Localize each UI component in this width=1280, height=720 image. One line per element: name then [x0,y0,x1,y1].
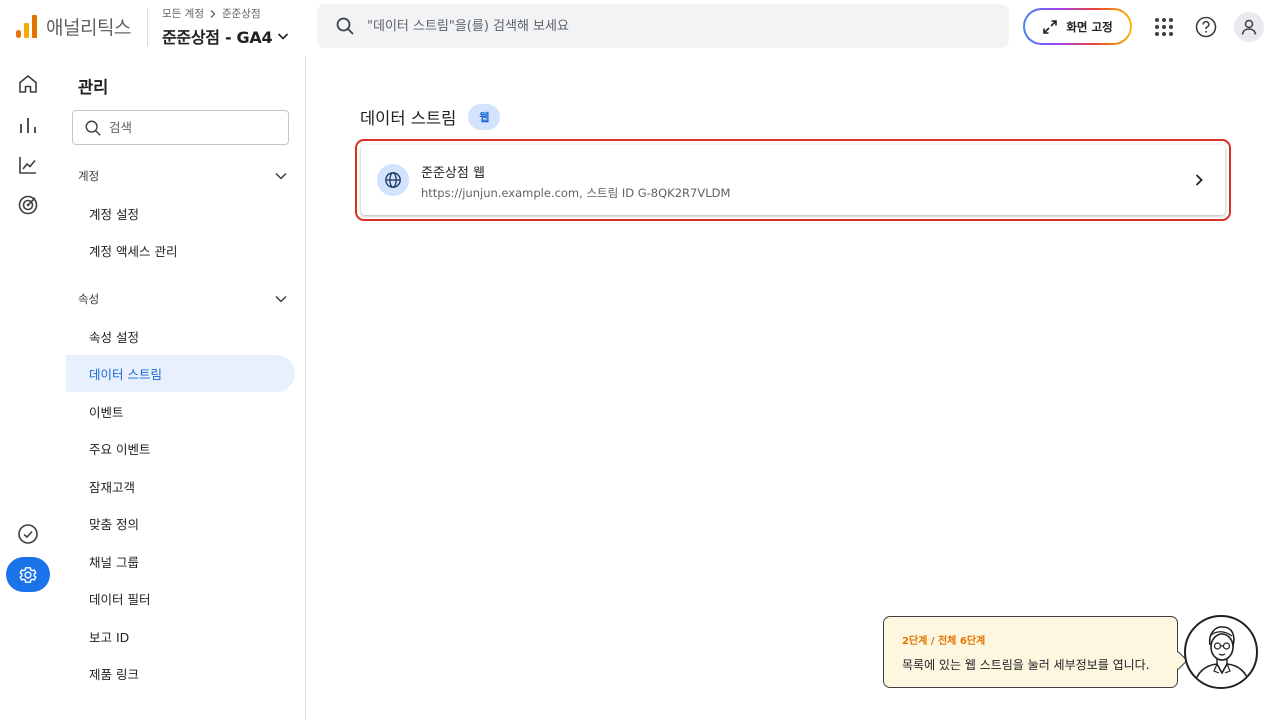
tutorial-tooltip: 2단계 / 전체 6단계 목록에 있는 웹 스트림을 눌러 세부정보를 엽니다. [883,616,1178,688]
section-account-label: 계정 [78,169,100,183]
nav-custom-definitions[interactable]: 맞춤 정의 [66,505,295,542]
nav-data-streams[interactable]: 데이터 스트림 [66,355,295,392]
breadcrumb[interactable]: 모든 계정 준준상점 [162,6,261,21]
section-property[interactable]: 속성 [78,287,288,311]
filter-chip-web[interactable]: 웹 [468,104,501,130]
nav-reporting-id[interactable]: 보고 ID [66,618,295,655]
nav-account-access[interactable]: 계정 액세스 관리 [66,232,295,269]
search-icon [336,17,354,35]
nav-property-settings[interactable]: 속성 설정 [66,318,295,355]
settings-icon[interactable] [6,557,50,592]
nav-channel-groups[interactable]: 채널 그룹 [66,543,295,580]
admin-search-input[interactable] [109,120,279,135]
stream-detail: https://junjun.example.com, 스트림 ID G-8QK… [421,186,731,200]
check-circle-icon[interactable] [13,519,43,549]
globe-icon [377,164,409,196]
mascot-icon [1184,615,1258,689]
help-icon[interactable] [1191,12,1221,42]
property-picker[interactable]: 준준상점 - GA4 [162,24,290,48]
chevron-right-icon [210,9,216,18]
header-divider [147,8,148,46]
chevron-down-icon [275,172,287,180]
analytics-logo-icon[interactable] [16,14,37,38]
global-search-input[interactable] [367,18,967,34]
chevron-right-icon [1195,174,1203,186]
top-bar: 애널리틱스 모든 계정 준준상점 준준상점 - GA4 화면 고정 [0,0,1280,56]
tutorial-message: 목록에 있는 웹 스트림을 눌러 세부정보를 엽니다. [902,658,1150,672]
breadcrumb-all-accounts[interactable]: 모든 계정 [162,6,204,21]
breadcrumb-account[interactable]: 준준상점 [222,6,261,21]
nav-product-links[interactable]: 제품 링크 [66,655,295,692]
advertising-icon[interactable] [13,190,43,220]
chevron-down-icon [278,33,289,40]
nav-key-events[interactable]: 주요 이벤트 [66,430,295,467]
nav-audiences[interactable]: 잠재고객 [66,468,295,505]
stream-row-web[interactable]: 준준상점 웹 https://junjun.example.com, 스트림 I… [361,145,1225,215]
section-property-label: 속성 [78,292,100,306]
app-name: 애널리틱스 [46,17,131,39]
account-icon[interactable] [1234,12,1264,42]
home-icon[interactable] [13,69,43,99]
fullscreen-button[interactable]: 화면 고정 [1023,8,1132,45]
fullscreen-label: 화면 고정 [1066,19,1113,34]
section-account[interactable]: 계정 [78,164,288,188]
page-title-text: 데이터 스트림 [360,109,457,128]
expand-icon [1043,19,1058,34]
admin-search[interactable] [72,110,289,145]
page-title: 데이터 스트림 웹 [360,104,501,130]
chevron-down-icon [275,295,287,303]
nav-events[interactable]: 이벤트 [66,393,295,430]
nav-data-filters[interactable]: 데이터 필터 [66,580,295,617]
reports-icon[interactable] [13,110,43,140]
nav-account-settings[interactable]: 계정 설정 [66,195,295,232]
explore-icon[interactable] [13,150,43,180]
property-title: 준준상점 - GA4 [162,28,273,47]
stream-name: 준준상점 웹 [421,166,485,181]
sidebar-divider [305,56,306,720]
admin-title: 관리 [78,78,109,97]
global-search[interactable] [317,4,1009,48]
search-icon [85,120,101,136]
tutorial-step: 2단계 / 전체 6단계 [902,636,986,647]
apps-icon[interactable] [1149,12,1179,42]
